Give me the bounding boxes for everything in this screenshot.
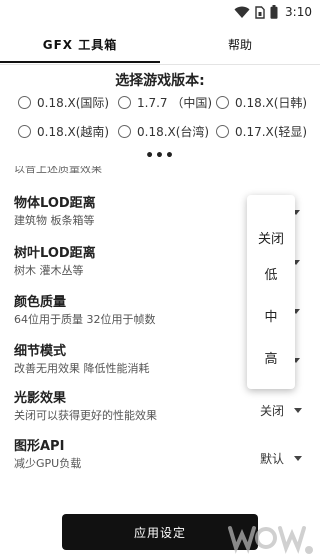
dropdown-arrow-icon xyxy=(294,456,302,461)
radio-circle-icon xyxy=(18,95,31,109)
tab-bar: GFX 工具箱 帮助 xyxy=(0,24,320,64)
radio-label: 0.18.X(越南) xyxy=(37,124,110,139)
version-radio-global[interactable]: 0.18.X(国际) xyxy=(18,93,109,111)
status-icons: 3:10 xyxy=(234,4,312,20)
popup-option-low[interactable]: 低 xyxy=(247,253,295,293)
battery-icon xyxy=(270,5,278,19)
setting-graphics-api[interactable]: 图形API 减少GPU负载 默认 xyxy=(14,438,314,478)
setting-value-dropdown[interactable]: 关闭 xyxy=(260,402,302,419)
setting-value: 默认 xyxy=(259,452,284,466)
radio-circle-icon xyxy=(118,95,131,109)
status-bar: 3:10 xyxy=(0,0,320,24)
radio-circle-icon xyxy=(216,95,229,109)
radio-label: 0.18.X(日韩) xyxy=(235,95,308,110)
tabs-divider xyxy=(0,64,320,65)
version-radio-japan-korea[interactable]: 0.18.X(日韩) xyxy=(216,93,307,111)
wifi-icon xyxy=(234,6,250,18)
setting-value: 关闭 xyxy=(259,404,284,418)
tab-help[interactable]: 帮助 xyxy=(160,24,320,64)
radio-label: 0.18.X(国际) xyxy=(37,95,110,110)
radio-label: 1.7.7 （中国) xyxy=(137,95,213,110)
radio-circle-icon xyxy=(18,124,31,138)
dropdown-popup: 关闭 低 中 高 xyxy=(247,195,295,389)
tab-active-indicator xyxy=(0,61,160,63)
more-dots[interactable]: ••• xyxy=(0,148,320,164)
watermark-logo xyxy=(228,526,313,554)
version-radio-china[interactable]: 1.7.7 （中国) xyxy=(118,93,212,111)
popup-option-off[interactable]: 关闭 xyxy=(247,217,295,257)
radio-circle-icon xyxy=(216,124,229,138)
tab-gfx-toolbox[interactable]: GFX 工具箱 xyxy=(0,24,160,64)
radio-label: 0.17.X(轻显) xyxy=(235,124,308,139)
radio-circle-icon xyxy=(118,124,131,138)
version-radio-lite[interactable]: 0.17.X(轻显) xyxy=(216,122,307,140)
cut-off-text-content: 以音上述质量效果 xyxy=(14,166,102,175)
setting-value-dropdown[interactable]: 默认 xyxy=(260,450,302,467)
setting-shadow-effects[interactable]: 光影效果 关闭可以获得更好的性能效果 关闭 xyxy=(14,390,314,430)
sim-icon xyxy=(255,5,265,19)
status-time: 3:10 xyxy=(285,5,312,19)
version-radio-taiwan[interactable]: 0.18.X(台湾) xyxy=(118,122,209,140)
popup-option-medium[interactable]: 中 xyxy=(247,295,295,335)
popup-option-high[interactable]: 高 xyxy=(247,337,295,377)
cut-off-text: 以音上述质量效果 xyxy=(14,166,102,178)
dropdown-arrow-icon xyxy=(294,408,302,413)
version-radio-vietnam[interactable]: 0.18.X(越南) xyxy=(18,122,109,140)
version-section-title: 选择游戏版本: xyxy=(115,73,205,89)
radio-label: 0.18.X(台湾) xyxy=(137,124,210,139)
